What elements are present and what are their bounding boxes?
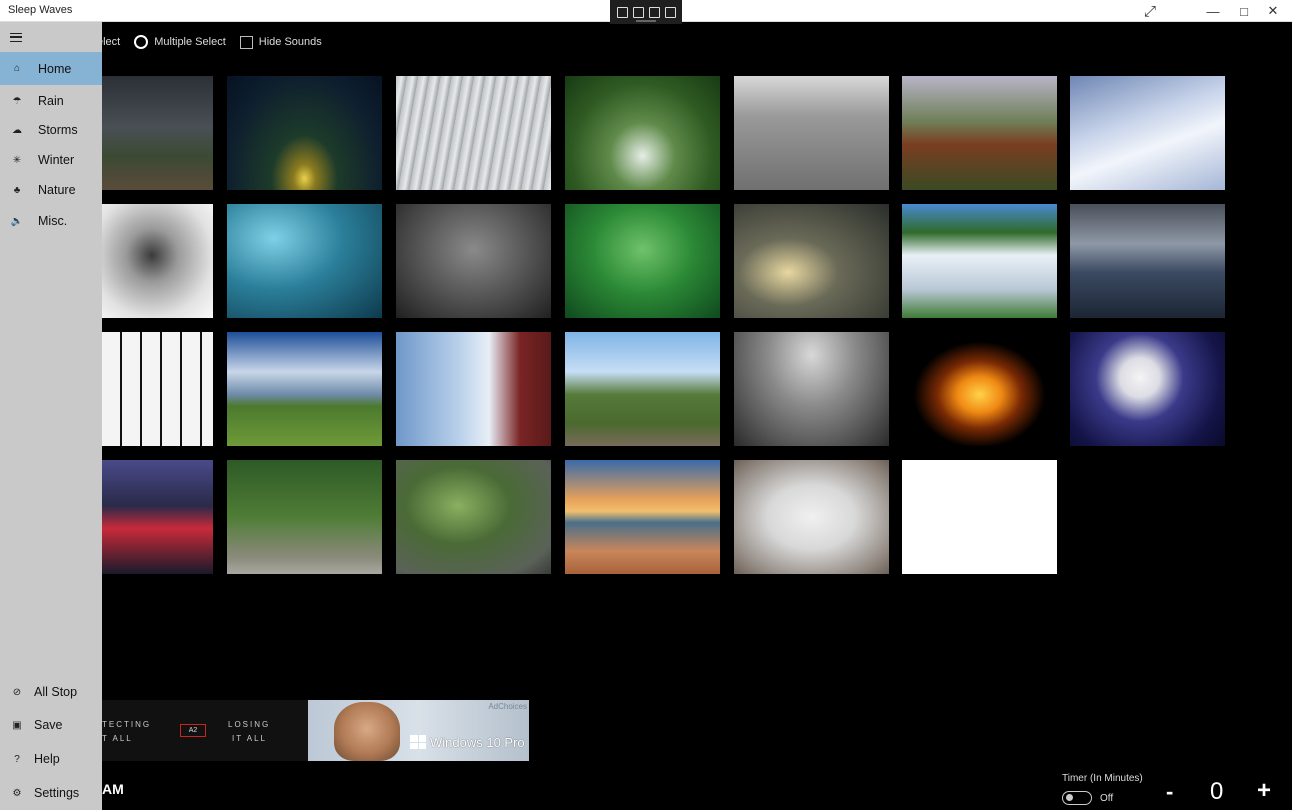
ad-person-image xyxy=(334,702,400,761)
sidebar-item-label: Winter xyxy=(38,153,75,167)
leaf-icon: ♣ xyxy=(13,184,21,196)
ad-right-panel: AdChoices Windows 10 Pro xyxy=(308,700,529,761)
sidebar-item-nature[interactable]: ♣ Nature xyxy=(0,175,102,205)
tile-dock-storm[interactable] xyxy=(1070,204,1225,318)
tile-oscillating-fan[interactable] xyxy=(1070,332,1225,446)
timer-label: Timer (In Minutes) xyxy=(1062,773,1143,784)
tile-forest-stream[interactable] xyxy=(565,76,720,190)
tile-snowy-mountain[interactable] xyxy=(1070,76,1225,190)
sidebar-item-label: Misc. xyxy=(38,214,68,228)
tile-city-night[interactable] xyxy=(102,460,213,574)
tile-steam-train[interactable] xyxy=(565,332,720,446)
sidebar-item-label: Help xyxy=(34,752,60,766)
timer-toggle[interactable] xyxy=(1062,791,1092,805)
timer-value: 0 xyxy=(1210,778,1224,805)
diagonal-arrows-icon[interactable]: ⤢ xyxy=(1140,0,1160,22)
tile-rain-window[interactable] xyxy=(734,204,889,318)
clock-text: AM xyxy=(102,781,124,797)
tile-metal-roof-rain[interactable] xyxy=(396,76,551,190)
sidebar-item-misc[interactable]: 🔈 Misc. xyxy=(0,206,102,236)
help-icon: ? xyxy=(14,753,20,765)
ad-text: LOSING xyxy=(228,720,271,729)
tile-waterfall[interactable] xyxy=(902,204,1057,318)
ad-windows-text: Windows 10 Pro xyxy=(430,735,525,750)
sidebar-item-storms[interactable]: ☁ Storms xyxy=(0,115,102,145)
sidebar-item-home[interactable]: ⌂ Home xyxy=(0,52,102,85)
timer-toggle-label: Off xyxy=(1100,793,1114,804)
sidebar-item-label: Rain xyxy=(38,94,64,108)
sidebar-item-save[interactable]: ▣ Save xyxy=(0,710,102,740)
windows-logo-icon xyxy=(410,735,426,749)
stop-icon: ⊘ xyxy=(12,686,22,698)
tile-box-fan[interactable] xyxy=(734,460,889,574)
tile-blank-white[interactable] xyxy=(902,460,1057,574)
sidebar-item-help[interactable]: ? Help xyxy=(0,744,102,774)
snowflake-icon: ✳ xyxy=(12,154,22,166)
timer-decrease-button[interactable]: - xyxy=(1166,779,1173,805)
disconnect-icon[interactable] xyxy=(664,6,676,18)
tile-bare-tree-snow[interactable] xyxy=(102,204,213,318)
sidebar-item-label: Home xyxy=(38,61,72,76)
tile-piano-keys[interactable] xyxy=(102,332,213,446)
sidebar-item-label: Nature xyxy=(38,183,76,197)
maximize-icon[interactable]: □ xyxy=(1229,0,1259,22)
tile-nursery-crib[interactable] xyxy=(396,332,551,446)
sidebar-item-all-stop[interactable]: ⊘ All Stop xyxy=(0,677,102,707)
tile-fire[interactable] xyxy=(902,332,1057,446)
tile-wind-chimes[interactable] xyxy=(227,204,382,318)
sidebar-item-label: Save xyxy=(34,718,63,732)
sidebar: ⌂ Home ☂ Rain ☁ Storms ✳ Winter ♣ Nature… xyxy=(0,22,102,810)
speaker-icon: 🔈 xyxy=(10,215,24,227)
adchoices-link[interactable]: AdChoices xyxy=(488,702,527,711)
tile-night-tent-camping[interactable] xyxy=(227,76,382,190)
hide-sounds-option[interactable]: Hide Sounds xyxy=(239,35,322,49)
settings-icon: ⚙ xyxy=(12,787,22,799)
multiple-select-radio[interactable] xyxy=(134,35,149,49)
tile-leaves-wall[interactable] xyxy=(396,460,551,574)
tile-gravel-road[interactable] xyxy=(734,76,889,190)
hide-sounds-label: Hide Sounds xyxy=(258,36,322,48)
app-window: Sleep Waves ⤢ — □ ✕ Single Select Multip… xyxy=(0,0,1292,810)
ad-logo: A2 xyxy=(180,724,206,737)
tile-forest-path[interactable] xyxy=(227,460,382,574)
ad-text: IT ALL xyxy=(232,734,267,743)
multiple-select-label: Multiple Select xyxy=(154,36,226,48)
save-icon: ▣ xyxy=(12,719,22,731)
multiple-select-option[interactable]: Multiple Select xyxy=(134,35,226,49)
advertisement[interactable]: TECTING T ALL A2 LOSING IT ALL AdChoices… xyxy=(102,700,529,761)
minimize-icon[interactable]: — xyxy=(1198,0,1228,22)
sidebar-item-winter[interactable]: ✳ Winter xyxy=(0,145,102,175)
sidebar-item-settings[interactable]: ⚙ Settings xyxy=(0,778,102,808)
close-icon[interactable]: ✕ xyxy=(1258,0,1288,22)
fit-screen-icon[interactable] xyxy=(648,6,660,18)
tile-mountain-cabin[interactable] xyxy=(902,76,1057,190)
hide-sounds-checkbox[interactable] xyxy=(239,35,253,49)
tile-beach-sunset[interactable] xyxy=(565,460,720,574)
tile-dark-field-storm[interactable] xyxy=(102,76,213,190)
ad-left-panel: TECTING T ALL A2 LOSING IT ALL xyxy=(102,700,308,761)
ad-text: TECTING xyxy=(102,720,152,729)
tile-grassland-clouds[interactable] xyxy=(227,332,382,446)
app-title: Sleep Waves xyxy=(8,4,73,16)
ad-text: T ALL xyxy=(102,734,133,743)
tile-jungle-ferns[interactable] xyxy=(565,204,720,318)
sidebar-item-label: All Stop xyxy=(34,685,78,699)
floating-toolbar xyxy=(610,0,682,24)
sidebar-item-label: Storms xyxy=(38,123,78,137)
sidebar-item-rain[interactable]: ☂ Rain xyxy=(0,86,102,116)
sidebar-item-label: Settings xyxy=(34,786,80,800)
hamburger-icon[interactable] xyxy=(0,22,32,52)
cast-icon[interactable] xyxy=(632,6,644,18)
rain-cloud-icon: ☂ xyxy=(12,95,22,107)
timer-increase-button[interactable]: + xyxy=(1257,777,1271,805)
tile-rain-puddle[interactable] xyxy=(396,204,551,318)
screen-share-icon[interactable] xyxy=(616,6,628,18)
tile-airplane-cabin[interactable] xyxy=(734,332,889,446)
storm-cloud-icon: ☁ xyxy=(12,124,22,136)
toolbar-grip[interactable] xyxy=(636,20,656,22)
home-icon: ⌂ xyxy=(13,63,21,74)
